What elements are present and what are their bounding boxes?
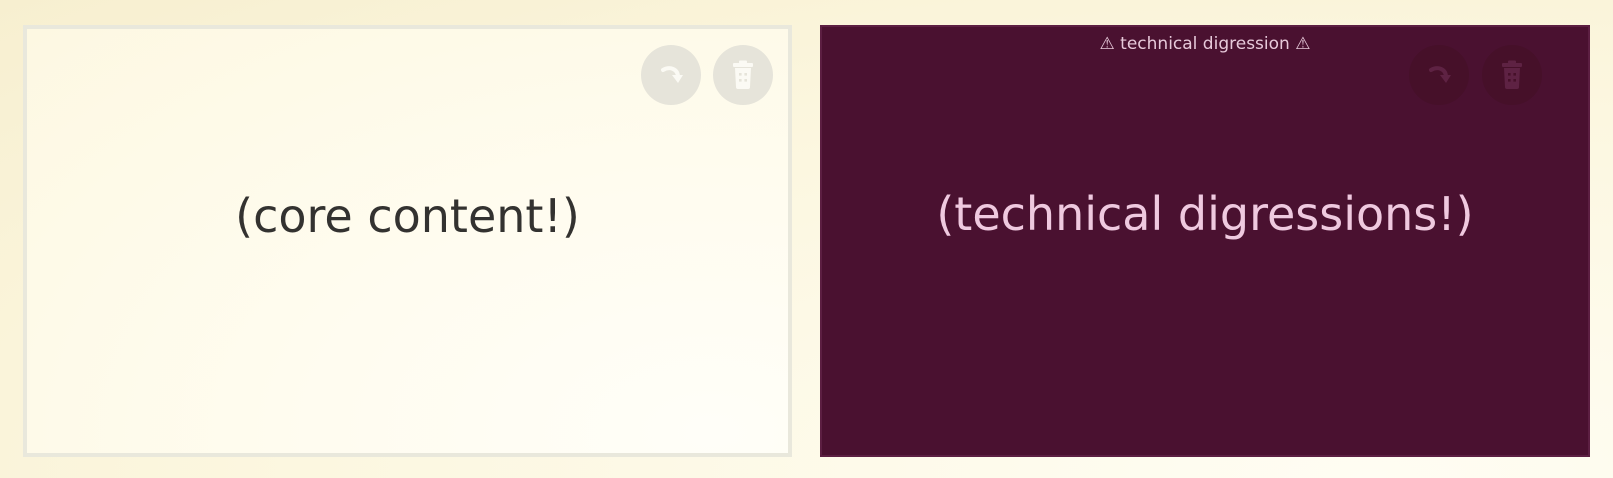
trash-icon — [733, 60, 753, 89]
technical-digression-label: ⚠ technical digression ⚠ — [1099, 34, 1311, 54]
technical-digression-text: (technical digressions!) — [936, 187, 1474, 241]
redo-button[interactable] — [1409, 45, 1469, 105]
redo-button[interactable] — [641, 45, 701, 105]
core-content-text: (core content!) — [235, 189, 580, 243]
delete-button[interactable] — [1482, 45, 1542, 105]
trash-icon — [1502, 60, 1522, 89]
delete-button[interactable] — [713, 45, 773, 105]
redo-icon — [1429, 66, 1451, 83]
technical-digression-panel: ⚠ technical digression ⚠ (technical digr… — [820, 25, 1590, 457]
redo-icon — [661, 66, 683, 83]
core-content-panel: (core content!) — [23, 25, 792, 457]
